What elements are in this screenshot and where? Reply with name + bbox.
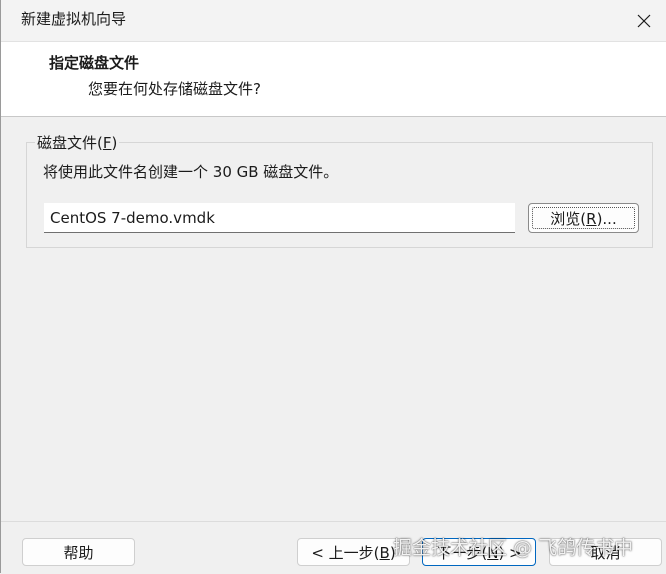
cancel-button-label: 取消 xyxy=(590,543,621,562)
help-button[interactable]: 帮助 xyxy=(22,538,135,566)
disk-file-description: 将使用此文件名创建一个 30 GB 磁盘文件。 xyxy=(43,163,339,181)
page-title: 指定磁盘文件 xyxy=(49,54,140,72)
browse-button[interactable]: 浏览(R)... xyxy=(528,203,639,233)
wizard-header: 指定磁盘文件 您要在何处存储磁盘文件? xyxy=(1,42,666,117)
title-bar: 新建虚拟机向导 xyxy=(1,0,666,42)
close-icon xyxy=(637,14,651,27)
next-button[interactable]: 下一步(N) > xyxy=(422,538,536,566)
disk-filename-input[interactable] xyxy=(44,203,515,233)
browse-button-label: 浏览(R)... xyxy=(550,209,617,228)
page-subtitle: 您要在何处存储磁盘文件? xyxy=(88,80,261,98)
cancel-button[interactable]: 取消 xyxy=(549,538,662,566)
back-button[interactable]: < 上一步(B) xyxy=(297,538,410,566)
next-button-label: 下一步(N) > xyxy=(436,543,522,562)
help-button-label: 帮助 xyxy=(63,543,94,562)
window-title: 新建虚拟机向导 xyxy=(21,10,127,28)
wizard-window: 新建虚拟机向导 指定磁盘文件 您要在何处存储磁盘文件? 磁盘文件(F) 将使用此… xyxy=(0,0,666,574)
close-button[interactable] xyxy=(621,0,666,41)
back-button-label: < 上一步(B) xyxy=(311,543,396,562)
disk-file-group-label: 磁盘文件(F) xyxy=(35,132,120,153)
